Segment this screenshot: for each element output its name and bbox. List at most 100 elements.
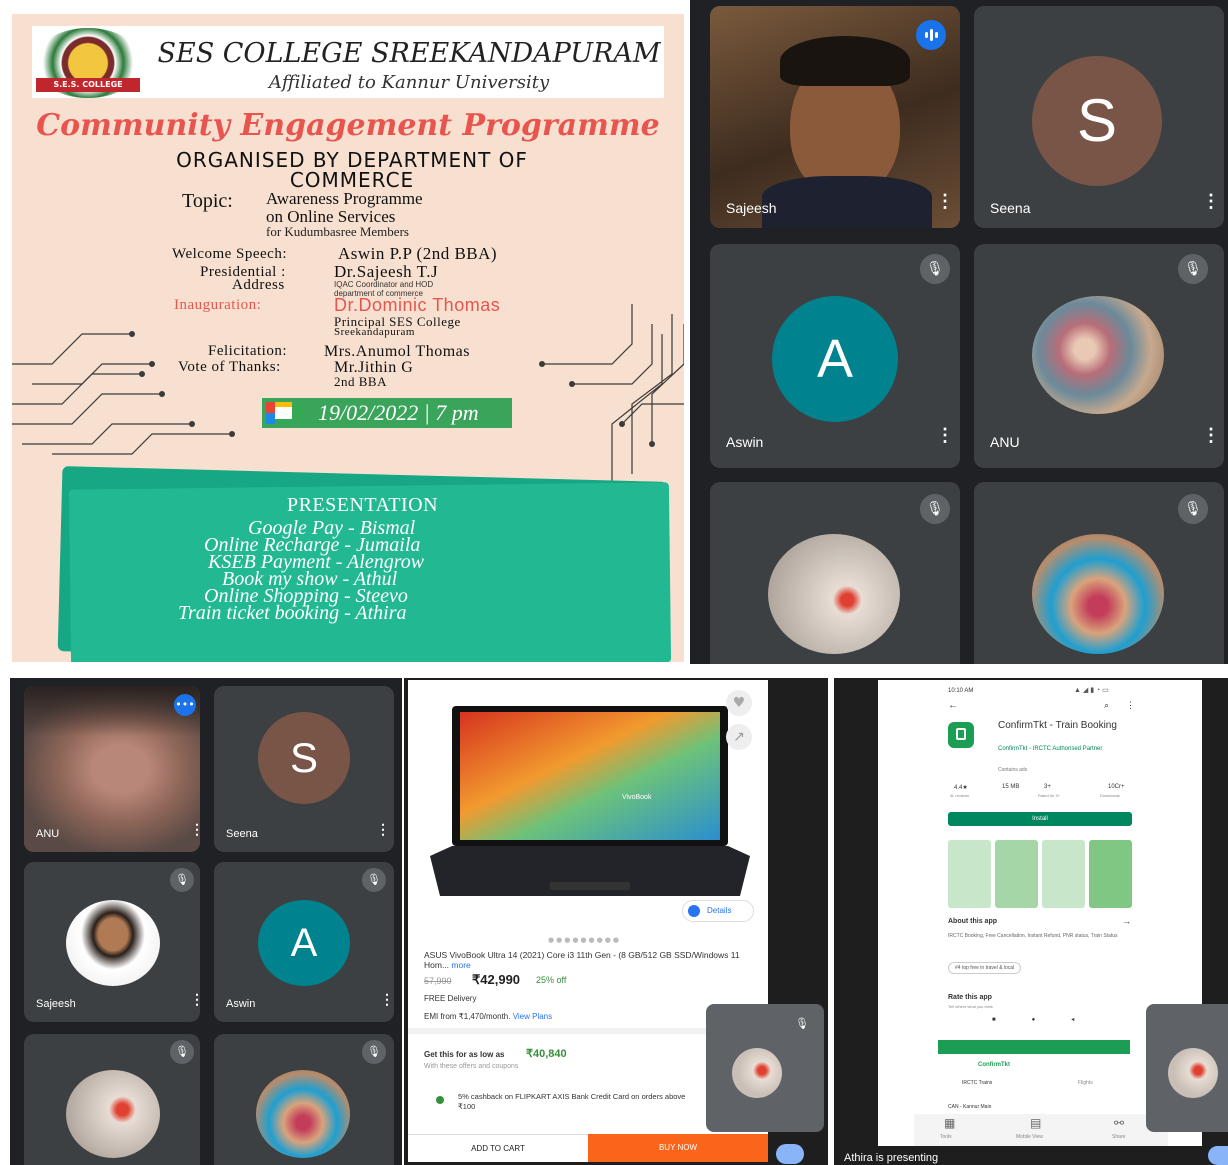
muted-mic-icon: 🎙 xyxy=(170,868,194,892)
presentation-item: Train ticket booking - Athira xyxy=(178,602,407,624)
mobile-view-label[interactable]: Mobile View xyxy=(1016,1134,1043,1140)
price: ₹42,990 xyxy=(472,972,521,987)
avatar: A xyxy=(258,900,350,986)
status-time: 10:10 AM xyxy=(948,688,974,694)
screenshot-carousel[interactable] xyxy=(948,840,1132,908)
about-arrow-icon[interactable]: → xyxy=(1122,916,1131,926)
participant-tile-seena[interactable]: S Seena ⋮ xyxy=(974,6,1224,228)
muted-mic-icon: 🎙 xyxy=(920,254,950,284)
more-options-icon[interactable]: ⋮ xyxy=(376,822,390,836)
stat-rating: 4.4★ xyxy=(954,785,968,791)
participant-hair xyxy=(780,36,910,86)
participant-name: Sajeesh xyxy=(36,998,76,1010)
participant-tile-seena[interactable]: S Seena ⋮ xyxy=(214,686,394,852)
presidential-value: Dr.Sajeesh T.J xyxy=(334,262,439,281)
presentation-title: PRESENTATION xyxy=(286,494,439,516)
muted-mic-icon: 🎙 xyxy=(170,1040,194,1064)
buy-now-button[interactable]: BUY NOW xyxy=(588,1134,768,1162)
presenting-caption: Athira is presenting xyxy=(844,1152,939,1164)
participant-tile-sajeesh[interactable]: Sajeesh ⋮ xyxy=(710,6,960,228)
rating-stars[interactable]: ■●◂ xyxy=(992,1016,1110,1023)
image-carousel-dots[interactable]: ●●●●●●●●● xyxy=(548,936,621,944)
more-options-icon[interactable]: ⋮ xyxy=(190,992,200,1006)
more-options-icon[interactable]: ⋮ xyxy=(190,822,200,836)
topic-label: Topic: xyxy=(182,190,233,212)
self-view-tile[interactable]: 🎙 xyxy=(706,1004,824,1132)
participant-tile-anu-video[interactable]: ••• ANU ⋮ xyxy=(24,686,200,852)
more-options-icon[interactable]: ⋮ xyxy=(380,992,394,1006)
profile-photo xyxy=(1032,296,1164,414)
inauguration-value: Dr.Dominic Thomas xyxy=(334,295,501,315)
presidential-sub1: IQAC Coordinator and HOD xyxy=(334,280,434,289)
info-icon xyxy=(688,905,700,917)
exit-fullscreen-icon[interactable] xyxy=(776,1144,804,1164)
share-icon[interactable]: ⚯ xyxy=(1114,1116,1124,1130)
topic-line3: for Kudumbasree Members xyxy=(266,224,409,239)
stat-age-sub: Rated for 3+ xyxy=(1038,793,1061,798)
stat-downloads: 10Cr+ xyxy=(1108,784,1125,790)
flights-tab[interactable]: Flights xyxy=(1078,1080,1093,1086)
more-link[interactable]: more xyxy=(451,960,470,970)
share-label[interactable]: Share xyxy=(1112,1134,1125,1140)
route: CAN - Kannur Main xyxy=(948,1104,992,1110)
avatar: S xyxy=(1032,56,1162,186)
more-options-icon[interactable]: ⋮ xyxy=(936,192,954,210)
participant-tile-aswin[interactable]: 🎙 A Aswin ⋮ xyxy=(214,862,394,1022)
more-options-icon[interactable]: ⋮ xyxy=(936,426,954,444)
install-button[interactable]: Install xyxy=(948,812,1132,826)
share-icon[interactable]: ↗ xyxy=(726,724,752,750)
participant-tile[interactable]: 🎙 xyxy=(710,482,960,664)
participant-tile-anu[interactable]: 🎙 ANU ⋮ xyxy=(974,244,1224,468)
stat-age: 3+ xyxy=(1044,784,1051,790)
shared-screen-store: 10:10 AM ▲ ◢ ▮ ◔ ▭ ← ⌕ ⋮ ConfirmTkt - Tr… xyxy=(834,678,1228,1165)
tools-label[interactable]: Tools xyxy=(940,1134,952,1140)
app-screenshot xyxy=(995,840,1038,908)
laptop-image xyxy=(430,706,750,896)
add-to-cart-button[interactable]: ADD TO CART xyxy=(408,1134,588,1162)
participant-tile[interactable]: 🎙 xyxy=(214,1034,394,1165)
more-options-icon[interactable]: ⋮ xyxy=(1202,426,1220,444)
participant-shirt xyxy=(762,176,932,228)
participant-tile[interactable]: 🎙 xyxy=(24,1034,200,1165)
speaking-indicator-icon xyxy=(916,20,946,50)
circuit-right-decoration xyxy=(539,304,684,484)
emi: EMI from ₹1,470/month. View Plans xyxy=(424,1012,552,1021)
muted-mic-icon: 🎙 xyxy=(920,494,950,524)
participant-name: Sajeesh xyxy=(726,200,777,216)
college-name: SES COLLEGE SREEKANDAPURAM xyxy=(157,38,661,69)
stat-size: 15 MB xyxy=(1002,784,1020,790)
about-text: IRCTC Booking, Free Cancellation, Instan… xyxy=(948,933,1118,939)
logo-ribbon: S.E.S. COLLEGE xyxy=(36,78,140,92)
category-chip[interactable]: #4 top free in travel & local xyxy=(948,962,1022,974)
delivery: FREE Delivery xyxy=(424,994,477,1003)
participant-tile-sajeesh[interactable]: 🎙 Sajeesh ⋮ xyxy=(24,862,200,1022)
search-icon[interactable]: ⌕ xyxy=(1104,700,1109,711)
developer[interactable]: ConfirmTkt - IRCTC Authorised Partner xyxy=(998,746,1128,752)
self-view-tile[interactable] xyxy=(1146,1004,1228,1132)
presidential-label-2: Address xyxy=(232,277,285,293)
app-screenshot xyxy=(1089,840,1132,908)
view-plans-link[interactable]: View Plans xyxy=(513,1012,552,1021)
irctc-tab[interactable]: IRCTC Trains xyxy=(962,1080,992,1086)
meet-grid-bottom: ••• ANU ⋮ S Seena ⋮ 🎙 Sajeesh ⋮ 🎙 A Aswi… xyxy=(10,678,402,1165)
inauguration-sub2: Sreekandapuram xyxy=(334,326,415,338)
participant-name: Seena xyxy=(990,200,1031,216)
participant-tile[interactable]: 🎙 xyxy=(974,482,1224,664)
participant-tile-aswin[interactable]: 🎙 A Aswin ⋮ xyxy=(710,244,960,468)
meet-grid-top: Sajeesh ⋮ S Seena ⋮ 🎙 A Aswin ⋮ 🎙 ANU ⋮ … xyxy=(690,0,1228,664)
more-options-icon[interactable]: ⋮ xyxy=(1202,192,1220,210)
back-arrow-icon[interactable]: ← xyxy=(948,700,958,711)
vote-sub: 2nd BBA xyxy=(334,374,387,389)
profile-photo xyxy=(1032,534,1164,654)
emi-text: EMI from ₹1,470/month. xyxy=(424,1012,511,1021)
wishlist-heart-icon[interactable]: ♥ xyxy=(726,690,752,716)
muted-mic-icon: 🎙 xyxy=(362,1040,386,1064)
tools-icon[interactable]: ▦ xyxy=(944,1116,955,1130)
mobile-view-icon[interactable]: ▤ xyxy=(1030,1116,1041,1130)
muted-mic-icon: 🎙 xyxy=(1178,494,1208,524)
discount: 25% off xyxy=(536,975,567,985)
overflow-menu-icon[interactable]: ⋮ xyxy=(1126,700,1135,711)
rate-sub: Tell others what you think xyxy=(948,1004,993,1009)
speaking-indicator-icon: ••• xyxy=(174,694,196,716)
exit-fullscreen-icon[interactable] xyxy=(1208,1146,1228,1165)
